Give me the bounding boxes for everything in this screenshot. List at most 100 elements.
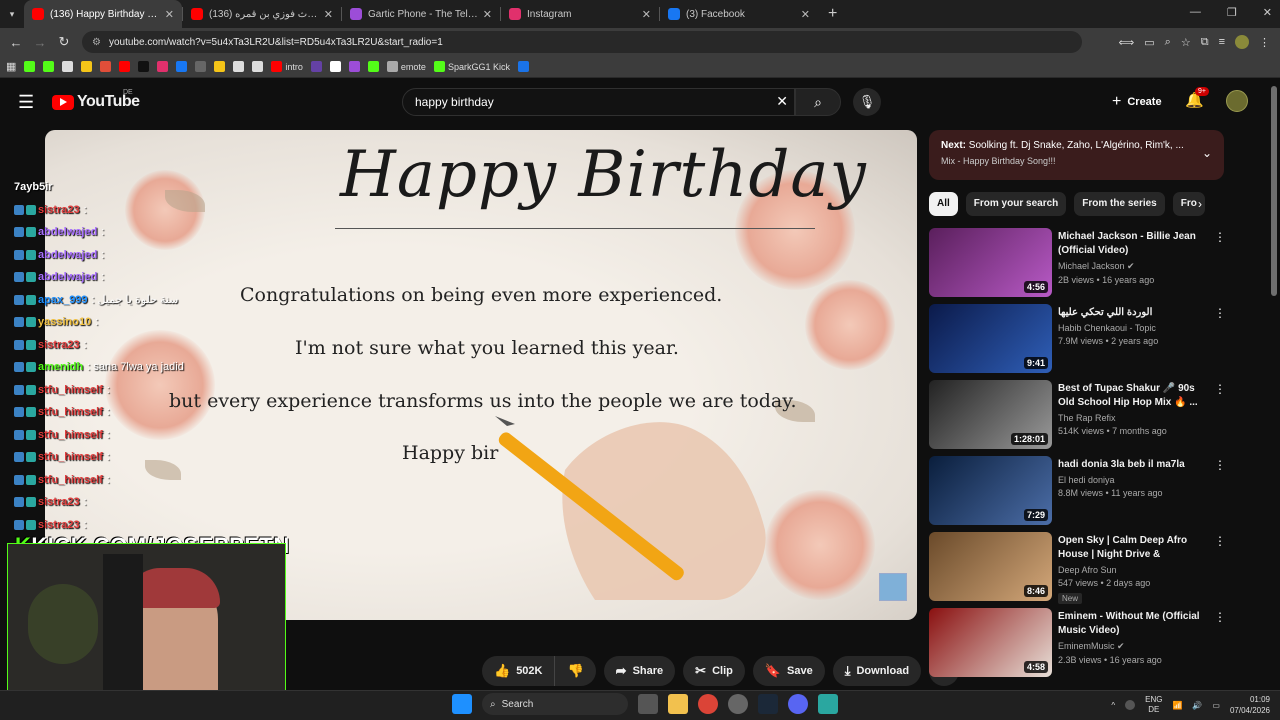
dislike-button[interactable]: 👎 xyxy=(555,656,596,686)
bookmark-item[interactable] xyxy=(62,61,74,72)
steam-icon[interactable] xyxy=(758,694,778,714)
page-scrollbar[interactable] xyxy=(1271,86,1277,296)
tab-search-icon[interactable]: ▾ xyxy=(0,9,24,20)
recommendation-title[interactable]: Open Sky | Calm Deep Afro House | Night … xyxy=(1058,534,1208,562)
share-button[interactable]: ➦ Share xyxy=(603,656,676,686)
bookmark-item[interactable] xyxy=(214,61,226,72)
browser-tab[interactable]: Instagram ✕ xyxy=(501,0,659,28)
new-tab-button[interactable]: + xyxy=(828,5,837,23)
playlist-next-panel[interactable]: Next: Soolking ft. Dj Snake, Zaho, L'Alg… xyxy=(929,130,1224,180)
bookmark-item[interactable] xyxy=(138,61,150,72)
bookmark-item[interactable] xyxy=(119,61,131,72)
bookmark-item[interactable] xyxy=(329,61,341,72)
bookmark-item[interactable] xyxy=(157,61,169,72)
close-tab-icon[interactable]: ✕ xyxy=(324,8,333,21)
channel-name[interactable]: Michael Jackson ✔ xyxy=(1058,261,1208,272)
system-clock[interactable]: 01:09 07/04/2026 xyxy=(1230,694,1270,716)
bookmark-item[interactable] xyxy=(233,61,245,72)
video-thumbnail[interactable]: 4:56 xyxy=(929,228,1052,297)
account-avatar[interactable] xyxy=(1226,90,1248,112)
more-options-icon[interactable]: ⋮ xyxy=(1214,610,1226,624)
more-options-icon[interactable]: ⋮ xyxy=(1214,458,1226,472)
chevron-right-icon[interactable]: › xyxy=(1198,197,1202,211)
video-thumbnail[interactable]: 4:58 xyxy=(929,608,1052,677)
forward-icon[interactable]: → xyxy=(28,35,52,50)
notifications-button[interactable]: 🔔 9+ xyxy=(1185,87,1209,109)
recommendation-item[interactable]: 7:29 hadi donia 3la beb il ma7la El hedi… xyxy=(929,456,1229,532)
apps-grid-icon[interactable]: ▦ xyxy=(6,60,16,73)
recommendation-title[interactable]: hadi donia 3la beb il ma7la xyxy=(1058,458,1208,472)
download-button[interactable]: ⤓ Download xyxy=(832,656,922,686)
bookmark-item[interactable] xyxy=(310,61,322,72)
channel-name[interactable]: Habib Chenkaoui - Topic xyxy=(1058,323,1208,333)
filter-chip[interactable]: From the series xyxy=(1074,192,1165,216)
more-options-icon[interactable]: ⋮ xyxy=(1214,230,1226,244)
battery-icon[interactable]: ▭ xyxy=(1212,701,1220,710)
task-view-icon[interactable] xyxy=(638,694,658,714)
profile-icon[interactable] xyxy=(1235,35,1249,49)
notepad-icon[interactable] xyxy=(818,694,838,714)
like-button[interactable]: 👍 502K xyxy=(482,656,556,686)
close-tab-icon[interactable]: ✕ xyxy=(801,8,810,21)
bookmark-item[interactable] xyxy=(252,61,264,72)
bookmark-star-icon[interactable]: ☆ xyxy=(1181,36,1191,49)
bookmark-item[interactable] xyxy=(176,61,188,72)
chrome-icon[interactable] xyxy=(698,694,718,714)
filter-chip[interactable]: All xyxy=(929,192,958,216)
more-options-icon[interactable]: ⋮ xyxy=(1214,534,1226,548)
youtube-logo[interactable]: YouTube DE xyxy=(52,89,140,111)
more-options-icon[interactable]: ⋮ xyxy=(1214,306,1226,320)
zoom-icon[interactable]: ⌕ xyxy=(1165,36,1171,49)
recommendation-title[interactable]: Eminem - Without Me (Official Music Vide… xyxy=(1058,610,1208,638)
create-button[interactable]: + Create xyxy=(1104,88,1170,116)
windows-start-icon[interactable] xyxy=(452,694,472,714)
close-tab-icon[interactable]: ✕ xyxy=(165,8,174,21)
bookmark-item[interactable]: emote xyxy=(386,61,426,72)
close-tab-icon[interactable]: ✕ xyxy=(642,8,651,21)
file-explorer-icon[interactable] xyxy=(668,694,688,714)
tray-overflow-icon[interactable]: ^ xyxy=(1111,701,1115,710)
video-thumbnail[interactable]: 9:41 xyxy=(929,304,1052,373)
input-language[interactable]: ENG DE xyxy=(1145,695,1162,715)
volume-icon[interactable]: 🔊 xyxy=(1192,701,1202,710)
translate-icon[interactable]: ⟺ xyxy=(1118,36,1134,49)
back-icon[interactable]: ← xyxy=(4,35,28,50)
reading-list-icon[interactable]: ≡ xyxy=(1219,36,1225,48)
restore-icon[interactable]: ❐ xyxy=(1227,6,1237,19)
voice-search-button[interactable]: 🎙 xyxy=(853,88,881,116)
url-field[interactable]: ⚙ youtube.com/watch?v=5u4xTa3LR2U&list=R… xyxy=(82,31,1082,53)
bookmark-item[interactable] xyxy=(24,61,36,72)
discord-icon[interactable] xyxy=(788,694,808,714)
browser-tab[interactable]: (136) دنيا بحوث فوزي بن قمره be ✕ xyxy=(183,0,341,28)
chevron-down-icon[interactable]: ⌄ xyxy=(1202,146,1212,160)
save-button[interactable]: 🔖 Save xyxy=(752,656,825,686)
bookmark-item[interactable] xyxy=(100,61,112,72)
recommendation-item[interactable]: 4:58 Eminem - Without Me (Official Music… xyxy=(929,608,1229,684)
minimize-icon[interactable]: — xyxy=(1190,6,1201,19)
video-thumbnail[interactable]: 7:29 xyxy=(929,456,1052,525)
taskbar-search[interactable]: ⌕ Search xyxy=(482,693,628,715)
search-button[interactable]: ⌕ xyxy=(795,88,841,116)
tray-app-icon[interactable] xyxy=(1125,700,1136,710)
channel-name[interactable]: The Rap Refix xyxy=(1058,413,1208,423)
channel-name[interactable]: Deep Afro Sun xyxy=(1058,565,1208,575)
extensions-icon[interactable]: ⧉ xyxy=(1201,36,1209,49)
recommendation-item[interactable]: 4:56 Michael Jackson - Billie Jean (Offi… xyxy=(929,228,1229,304)
video-thumbnail[interactable]: 8:46 xyxy=(929,532,1052,601)
clear-search-icon[interactable]: ✕ xyxy=(776,93,788,110)
clip-button[interactable]: ✂ Clip xyxy=(683,656,745,686)
browser-menu-icon[interactable]: ⋮ xyxy=(1259,36,1270,49)
channel-name[interactable]: El hedi doniya xyxy=(1058,475,1208,485)
close-window-icon[interactable]: ✕ xyxy=(1263,6,1272,19)
cast-icon[interactable]: ▭ xyxy=(1144,36,1154,49)
recommendation-title[interactable]: Michael Jackson - Billie Jean (Official … xyxy=(1058,230,1208,258)
wifi-icon[interactable]: 📶 xyxy=(1172,701,1182,710)
site-info-icon[interactable]: ⚙ xyxy=(92,37,101,48)
reload-icon[interactable]: ↻ xyxy=(52,34,76,50)
video-thumbnail[interactable]: 1:28:01 xyxy=(929,380,1052,449)
bookmark-item[interactable] xyxy=(43,61,55,72)
recommendation-item[interactable]: 9:41 الوردة اللي تحكي عليها Habib Chenka… xyxy=(929,304,1229,380)
more-options-icon[interactable]: ⋮ xyxy=(1214,382,1226,396)
recommendation-title[interactable]: Best of Tupac Shakur 🎤 90s Old School Hi… xyxy=(1058,382,1208,410)
bookmark-item[interactable] xyxy=(195,61,207,72)
